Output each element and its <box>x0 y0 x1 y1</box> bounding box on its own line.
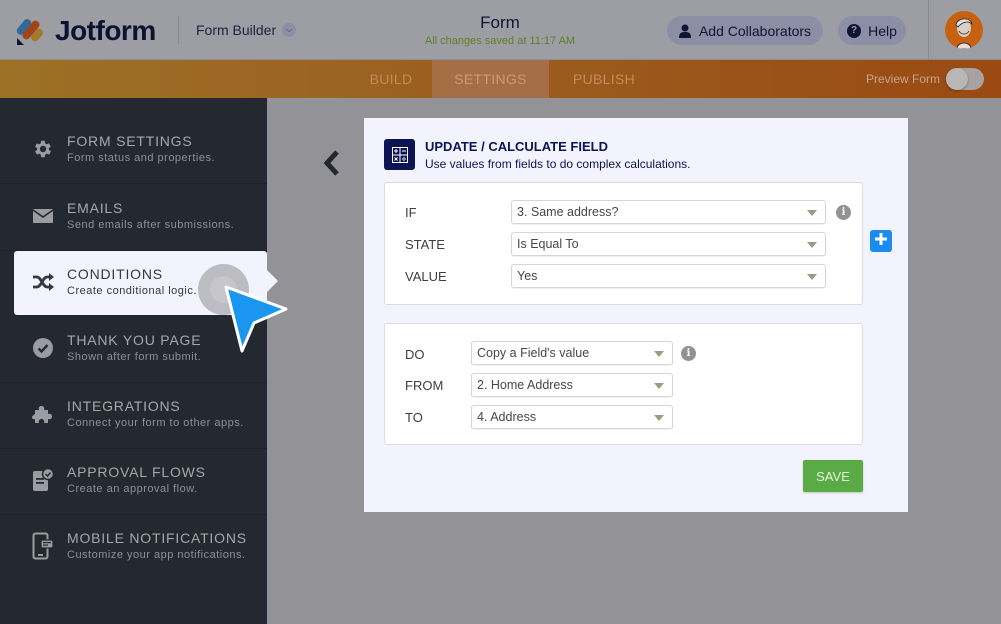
state-label: STATE <box>405 237 445 252</box>
if-field-value: 3. Same address? <box>517 205 619 219</box>
tab-settings[interactable]: SETTINGS <box>432 60 549 98</box>
sidebar-item-description: Send emails after submissions. <box>67 219 235 231</box>
caret-down-icon <box>807 274 817 280</box>
sidebar-item-description: Create conditional logic. <box>67 285 197 297</box>
preview-form-toggle[interactable] <box>946 68 984 90</box>
envelope-icon <box>32 205 54 227</box>
from-field-select[interactable]: 2. Home Address <box>471 373 673 397</box>
settings-sidebar: FORM SETTINGS Form status and properties… <box>0 98 267 624</box>
if-label: IF <box>405 205 417 220</box>
sidebar-item-integrations[interactable]: INTEGRATIONS Connect your form to other … <box>0 383 267 449</box>
sidebar-item-label: MOBILE NOTIFICATIONS <box>67 530 247 546</box>
chevron-left-icon <box>322 149 340 182</box>
sidebar-item-description: Shown after form submit. <box>67 351 202 363</box>
state-select[interactable]: Is Equal To <box>511 232 826 256</box>
add-collaborators-label: Add Collaborators <box>698 22 812 39</box>
sidebar-item-label: EMAILS <box>67 200 124 216</box>
sidebar-item-description: Form status and properties. <box>67 152 216 164</box>
question-circle-icon: ? <box>847 23 862 38</box>
to-field-value: 4. Address <box>477 410 537 424</box>
info-icon[interactable]: i <box>836 205 851 220</box>
plus-icon <box>874 232 888 251</box>
approval-icon <box>32 468 54 491</box>
user-icon <box>678 24 691 38</box>
do-label: DO <box>405 347 425 362</box>
check-circle-icon <box>32 337 54 359</box>
tab-build[interactable]: BUILD <box>350 60 432 98</box>
form-title-block: Form All changes saved at 11:17 AM <box>400 13 600 47</box>
caret-down-icon <box>654 383 664 389</box>
jotform-logo-icon <box>16 16 44 46</box>
calculator-icon <box>384 139 415 170</box>
if-field-select[interactable]: 3. Same address? <box>511 200 826 224</box>
caret-down-icon <box>654 415 664 421</box>
panel-title: UPDATE / CALCULATE FIELD <box>425 139 608 154</box>
sidebar-item-mobile-notifications[interactable]: MOBILE NOTIFICATIONS Customize your app … <box>0 515 267 581</box>
action-do-block: DO Copy a Field's value i FROM 2. Home A… <box>384 323 863 445</box>
puzzle-icon <box>32 403 54 425</box>
back-button[interactable] <box>318 149 344 182</box>
help-button[interactable]: ? Help <box>838 16 906 45</box>
top-header: Jotform Form Builder ⌵ Form All changes … <box>0 0 1001 60</box>
product-switcher[interactable]: Form Builder ⌵ <box>196 22 297 38</box>
from-label: FROM <box>405 378 444 393</box>
sidebar-item-label: INTEGRATIONS <box>67 398 181 414</box>
sidebar-item-description: Create an approval flow. <box>67 483 198 495</box>
sidebar-item-label: APPROVAL FLOWS <box>67 464 206 480</box>
state-value: Is Equal To <box>517 237 579 251</box>
mouse-cursor-icon <box>222 283 292 357</box>
caret-down-icon <box>807 210 817 216</box>
sidebar-item-approval-flows[interactable]: APPROVAL FLOWS Create an approval flow. <box>0 449 267 515</box>
product-switcher-label: Form Builder <box>196 22 277 38</box>
save-status: All changes saved at 11:17 AM <box>424 35 576 47</box>
do-action-select[interactable]: Copy a Field's value <box>471 341 673 365</box>
sidebar-item-label: THANK YOU PAGE <box>67 332 202 348</box>
info-icon[interactable]: i <box>681 346 696 361</box>
toggle-knob <box>946 68 968 90</box>
user-avatar[interactable] <box>945 11 983 49</box>
sidebar-item-label: CONDITIONS <box>67 266 163 282</box>
save-button[interactable]: SAVE <box>803 460 863 492</box>
to-label: TO <box>405 410 423 425</box>
value-label: VALUE <box>405 269 447 284</box>
gear-icon <box>32 138 54 160</box>
logo-text: Jotform <box>55 15 156 46</box>
to-field-select[interactable]: 4. Address <box>471 405 673 429</box>
sidebar-item-description: Connect your form to other apps. <box>67 417 244 429</box>
value-select[interactable]: Yes <box>511 264 826 288</box>
sidebar-item-emails[interactable]: EMAILS Send emails after submissions. <box>0 185 267 251</box>
jotform-logo[interactable]: Jotform <box>16 15 156 47</box>
from-field-value: 2. Home Address <box>477 378 573 392</box>
tab-publish[interactable]: PUBLISH <box>549 60 659 98</box>
header-divider <box>928 0 929 60</box>
sidebar-item-label: FORM SETTINGS <box>67 133 193 149</box>
condition-if-block: IF 3. Same address? i STATE Is Equal To … <box>384 182 863 305</box>
chevron-down-icon: ⌵ <box>282 23 297 37</box>
add-condition-button[interactable] <box>870 230 892 252</box>
do-action-value: Copy a Field's value <box>477 346 590 360</box>
preview-form-label: Preview Form <box>866 72 941 86</box>
update-calculate-panel: UPDATE / CALCULATE FIELD Use values from… <box>364 118 908 512</box>
mobile-notification-icon <box>32 532 54 560</box>
form-title[interactable]: Form <box>400 13 600 33</box>
builder-navbar: BUILD SETTINGS PUBLISH Preview Form <box>0 60 1001 98</box>
caret-down-icon <box>654 351 664 357</box>
add-collaborators-button[interactable]: Add Collaborators <box>667 16 823 45</box>
panel-subtitle: Use values from fields to do complex cal… <box>425 157 691 171</box>
caret-down-icon <box>807 242 817 248</box>
help-label: Help <box>868 22 897 39</box>
header-divider <box>178 16 179 44</box>
shuffle-icon <box>32 271 54 293</box>
sidebar-item-form-settings[interactable]: FORM SETTINGS Form status and properties… <box>0 118 267 184</box>
sidebar-item-description: Customize your app notifications. <box>67 549 246 561</box>
value-value: Yes <box>517 269 538 283</box>
